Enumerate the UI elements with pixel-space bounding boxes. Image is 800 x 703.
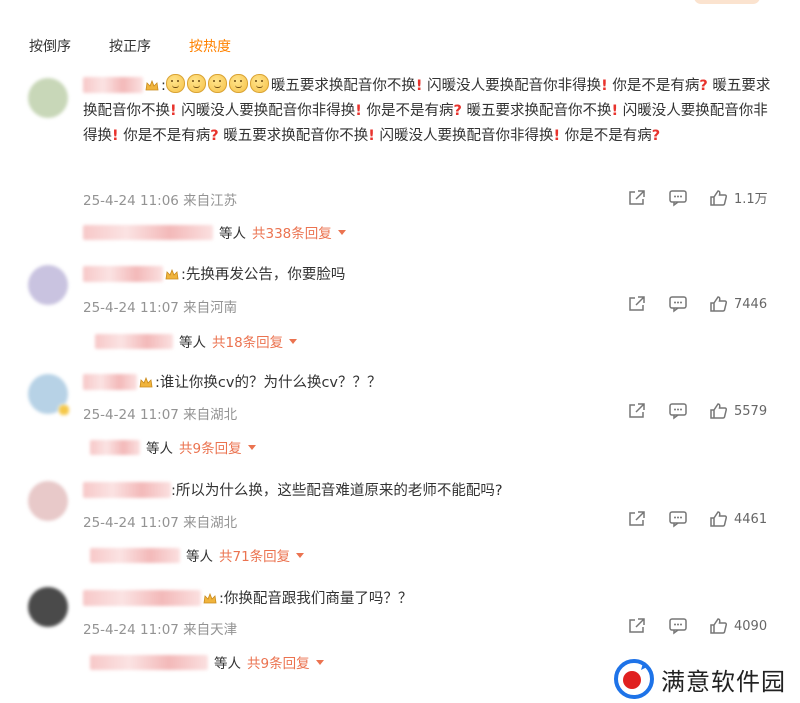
like-count: 4461: [734, 511, 768, 527]
reply-users-blurred: [83, 224, 213, 240]
like-count: 7446: [734, 296, 768, 312]
crown-icon: [139, 377, 153, 388]
avatar[interactable]: [28, 265, 68, 305]
thumbs-up-icon: [710, 511, 728, 527]
username-blurred[interactable]: [83, 266, 163, 282]
chevron-down-icon: [289, 338, 298, 344]
reply-users-blurred: [90, 547, 180, 563]
avatar[interactable]: [28, 587, 68, 627]
comment-text: :谁让你换cv的？为什么换cv？？？: [83, 371, 773, 396]
reply-count-link[interactable]: 共9条回复: [179, 437, 242, 457]
like-button[interactable]: 7446: [709, 295, 767, 313]
comment-meta: 25-4-24 11:06 来自江苏: [83, 193, 238, 209]
smile-emoji-icon: [228, 74, 248, 93]
share-icon[interactable]: [627, 295, 647, 313]
comment-icon[interactable]: [668, 402, 688, 420]
chevron-down-icon: [247, 444, 256, 450]
username-blurred[interactable]: [83, 590, 201, 606]
reply-users-blurred: [95, 333, 173, 349]
username-blurred[interactable]: [83, 482, 171, 498]
comment-text: : 暖五要求换配音你不换! 闪暖没人要换配音你非得换! 你是不是有病? 暖五要求换…: [83, 74, 773, 149]
tab-sort-hot[interactable]: 按热度: [189, 36, 231, 56]
chevron-down-icon: [296, 552, 305, 558]
thumbs-up-icon: [710, 618, 728, 634]
smile-emoji-icon: [207, 74, 227, 93]
share-icon[interactable]: [627, 189, 647, 207]
comment-actions: 7446: [627, 295, 767, 313]
avatar[interactable]: [28, 374, 70, 416]
like-button[interactable]: 4090: [709, 617, 767, 635]
watermark: 满意软件园: [613, 658, 786, 700]
like-button[interactable]: 1.1万: [709, 188, 768, 207]
comment-icon[interactable]: [668, 189, 688, 207]
reply-count-link[interactable]: 共338条回复: [252, 222, 332, 242]
smile-emoji-icon: [165, 74, 185, 93]
thumbs-up-icon: [710, 296, 728, 312]
share-icon[interactable]: [627, 402, 647, 420]
like-count: 4090: [734, 618, 768, 634]
like-count: 1.1万: [734, 192, 768, 207]
comment-actions: 4461: [627, 510, 767, 528]
reply-summary[interactable]: 等人 共9条回复: [90, 652, 324, 672]
share-icon[interactable]: [627, 510, 647, 528]
thumbs-up-icon: [710, 189, 728, 206]
comment-icon[interactable]: [668, 295, 688, 313]
comment-actions: 1.1万: [627, 188, 768, 207]
like-count: 5579: [734, 403, 768, 419]
reply-count-link[interactable]: 共9条回复: [247, 652, 310, 672]
comment-icon[interactable]: [668, 617, 688, 635]
crown-icon: [145, 80, 159, 91]
avatar[interactable]: [28, 78, 68, 118]
sort-tabs: 按倒序 按正序 按热度: [29, 36, 269, 56]
comment-text: :先换再发公告，你要脸吗: [83, 263, 773, 288]
smile-emoji-icon: [249, 74, 269, 93]
comment-text: :你换配音跟我们商量了吗？？: [83, 587, 773, 612]
comment-text: :所以为什么换，这些配音难道原来的老师不能配吗?: [83, 479, 773, 504]
comment-meta: 25-4-24 11:07 来自河南: [83, 300, 238, 316]
avatar[interactable]: [28, 481, 68, 521]
crown-icon: [203, 593, 217, 604]
reply-summary[interactable]: 等人 共71条回复: [90, 545, 305, 565]
brand-logo-icon: [614, 659, 654, 699]
comment-actions: 5579: [627, 402, 767, 420]
thumbs-up-icon: [710, 403, 728, 419]
comment-meta: 25-4-24 11:07 来自湖北: [83, 407, 238, 423]
comment-icon[interactable]: [668, 510, 688, 528]
tab-sort-reverse[interactable]: 按倒序: [29, 36, 71, 56]
comment-meta: 25-4-24 11:07 来自湖北: [83, 515, 238, 531]
username-blurred[interactable]: [83, 77, 143, 93]
comment-meta: 25-4-24 11:07 来自天津: [83, 622, 238, 638]
reply-summary[interactable]: 等人 共9条回复: [90, 437, 256, 457]
username-blurred[interactable]: [83, 374, 137, 390]
reply-count-link[interactable]: 共18条回复: [212, 331, 283, 351]
reply-users-blurred: [90, 654, 208, 670]
reply-users-blurred: [90, 439, 140, 455]
crown-icon: [165, 269, 179, 280]
chevron-down-icon: [337, 229, 346, 235]
share-icon[interactable]: [627, 617, 647, 635]
smile-emoji-icon: [186, 74, 206, 93]
reply-count-link[interactable]: 共71条回复: [219, 545, 290, 565]
like-button[interactable]: 4461: [709, 510, 767, 528]
top-decoration: [694, 0, 760, 4]
comment-actions: 4090: [627, 617, 767, 635]
reply-summary[interactable]: 等人 共18条回复: [95, 331, 298, 351]
chevron-down-icon: [315, 659, 324, 665]
tab-sort-forward[interactable]: 按正序: [109, 36, 151, 56]
watermark-text: 满意软件园: [661, 667, 786, 696]
like-button[interactable]: 5579: [709, 402, 767, 420]
reply-summary[interactable]: 等人 共338条回复: [83, 222, 346, 242]
vip-badge-icon: [58, 404, 70, 416]
